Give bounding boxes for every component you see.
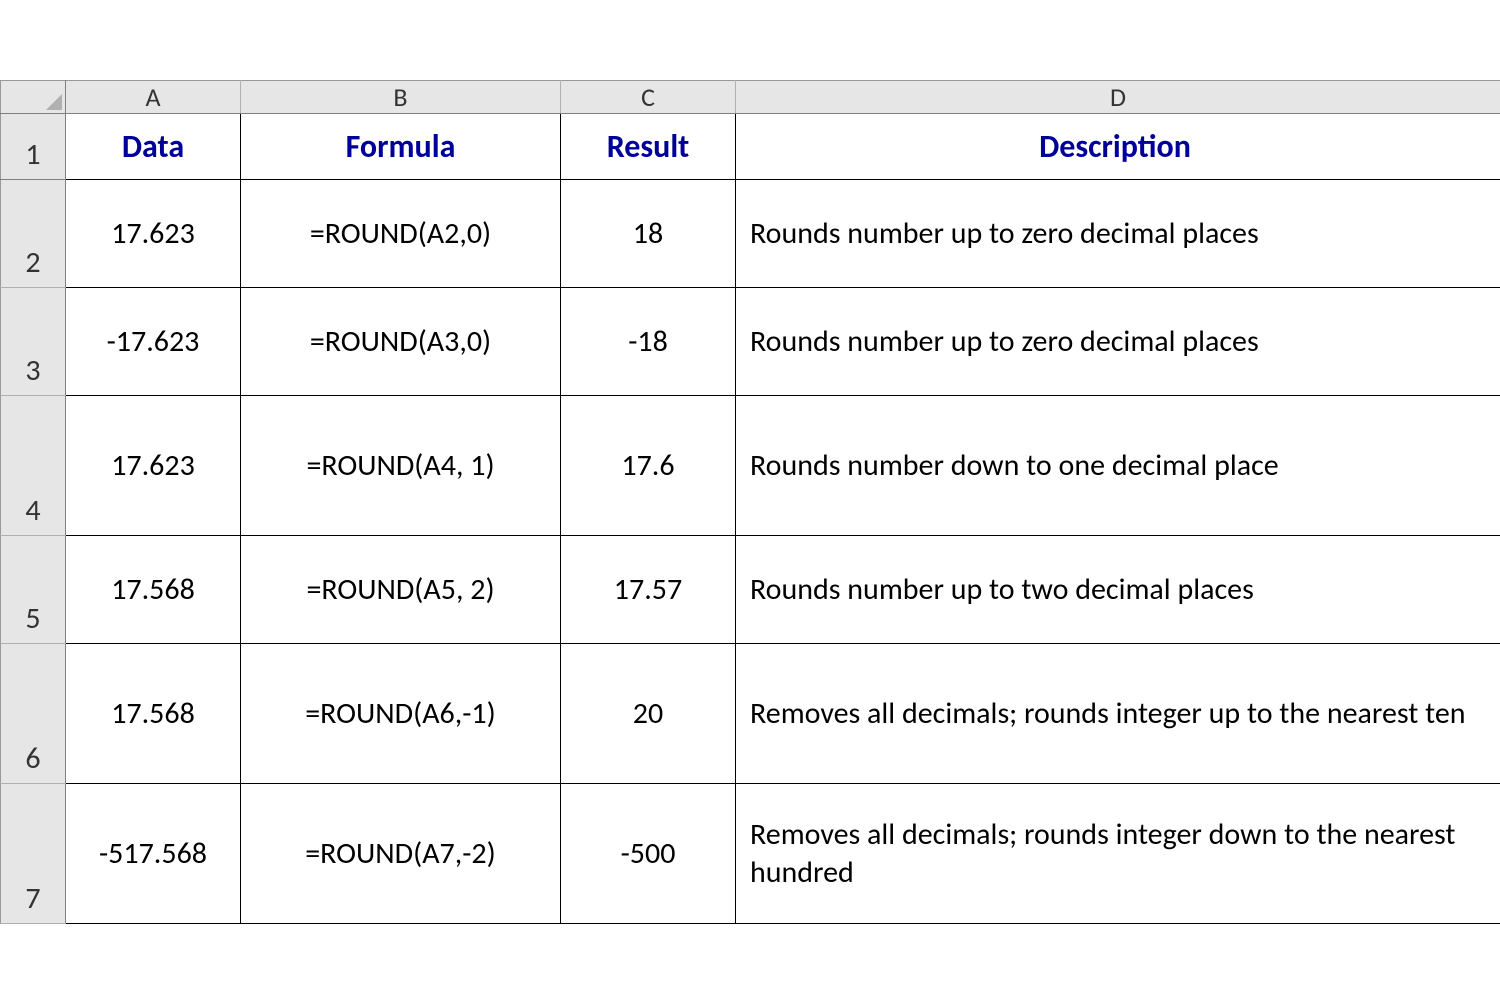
cell-A3[interactable]: -17.623	[66, 288, 241, 396]
cell-B5[interactable]: =ROUND(A5, 2)	[241, 536, 561, 644]
column-header-B[interactable]: B	[241, 81, 561, 114]
column-header-C[interactable]: C	[561, 81, 736, 114]
cell-D6[interactable]: Removes all decimals; rounds integer up …	[736, 644, 1500, 784]
table-row: 4 17.623 =ROUND(A4, 1) 17.6 Rounds numbe…	[1, 396, 1500, 536]
table-row: 2 17.623 =ROUND(A2,0) 18 Rounds number u…	[1, 180, 1500, 288]
row-header-4[interactable]: 4	[1, 396, 66, 536]
cell-D2[interactable]: Rounds number up to zero decimal places	[736, 180, 1500, 288]
row-header-7[interactable]: 7	[1, 784, 66, 924]
table-row: 1 Data Formula Result Description	[1, 114, 1500, 180]
select-all-corner[interactable]	[1, 81, 66, 114]
cell-B2[interactable]: =ROUND(A2,0)	[241, 180, 561, 288]
cell-C1[interactable]: Result	[561, 114, 736, 180]
cell-A1[interactable]: Data	[66, 114, 241, 180]
cell-A2[interactable]: 17.623	[66, 180, 241, 288]
table-row: 3 -17.623 =ROUND(A3,0) -18 Rounds number…	[1, 288, 1500, 396]
row-header-3[interactable]: 3	[1, 288, 66, 396]
cell-D7[interactable]: Removes all decimals; rounds integer dow…	[736, 784, 1500, 924]
cell-C4[interactable]: 17.6	[561, 396, 736, 536]
cell-A6[interactable]: 17.568	[66, 644, 241, 784]
cell-D1[interactable]: Description	[736, 114, 1500, 180]
cell-A4[interactable]: 17.623	[66, 396, 241, 536]
cell-B1[interactable]: Formula	[241, 114, 561, 180]
cell-B4[interactable]: =ROUND(A4, 1)	[241, 396, 561, 536]
cell-C6[interactable]: 20	[561, 644, 736, 784]
cell-C7[interactable]: -500	[561, 784, 736, 924]
spreadsheet: A B C D 1 Data Formula Result Descriptio…	[0, 80, 1500, 924]
cell-A7[interactable]: -517.568	[66, 784, 241, 924]
column-header-A[interactable]: A	[66, 81, 241, 114]
row-header-5[interactable]: 5	[1, 536, 66, 644]
cell-D3[interactable]: Rounds number up to zero decimal places	[736, 288, 1500, 396]
table-row: 7 -517.568 =ROUND(A7,-2) -500 Removes al…	[1, 784, 1500, 924]
cell-B3[interactable]: =ROUND(A3,0)	[241, 288, 561, 396]
table-row: 6 17.568 =ROUND(A6,-1) 20 Removes all de…	[1, 644, 1500, 784]
grid[interactable]: A B C D 1 Data Formula Result Descriptio…	[0, 80, 1500, 924]
cell-C2[interactable]: 18	[561, 180, 736, 288]
cell-C5[interactable]: 17.57	[561, 536, 736, 644]
cell-B6[interactable]: =ROUND(A6,-1)	[241, 644, 561, 784]
row-header-6[interactable]: 6	[1, 644, 66, 784]
cell-B7[interactable]: =ROUND(A7,-2)	[241, 784, 561, 924]
column-header-row: A B C D	[1, 81, 1500, 114]
select-all-triangle-icon	[46, 94, 62, 110]
table-row: 5 17.568 =ROUND(A5, 2) 17.57 Rounds numb…	[1, 536, 1500, 644]
cell-C3[interactable]: -18	[561, 288, 736, 396]
column-header-D[interactable]: D	[736, 81, 1500, 114]
row-header-1[interactable]: 1	[1, 114, 66, 180]
cell-D5[interactable]: Rounds number up to two decimal places	[736, 536, 1500, 644]
cell-D4[interactable]: Rounds number down to one decimal place	[736, 396, 1500, 536]
cell-A5[interactable]: 17.568	[66, 536, 241, 644]
row-header-2[interactable]: 2	[1, 180, 66, 288]
